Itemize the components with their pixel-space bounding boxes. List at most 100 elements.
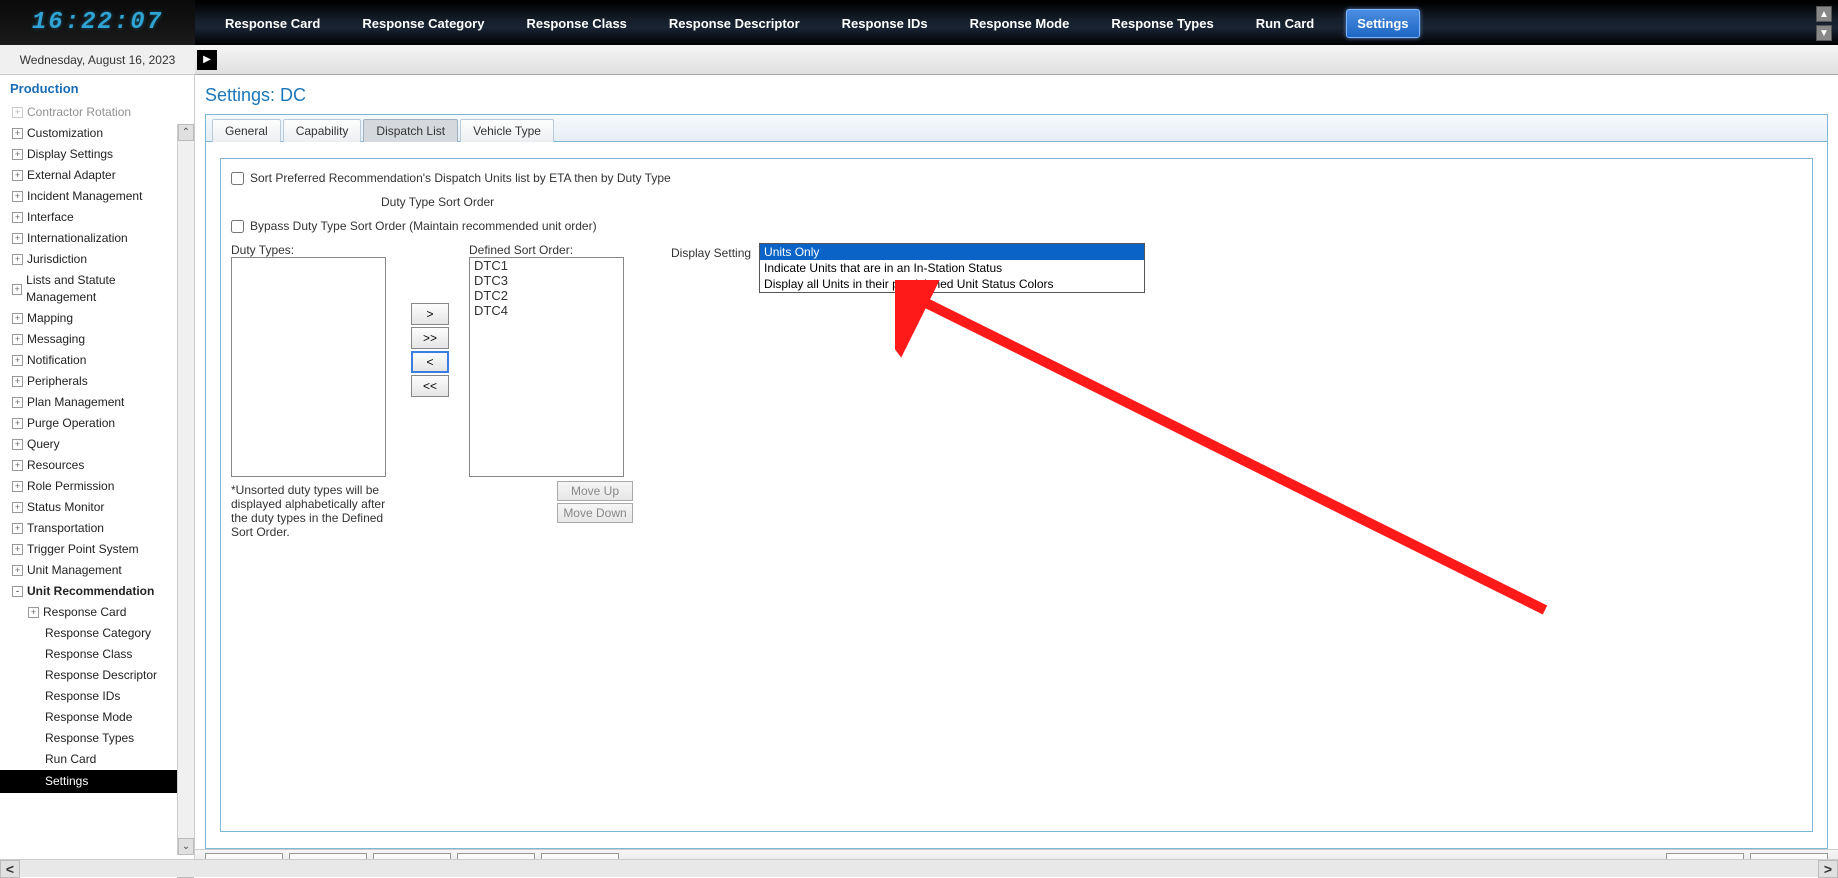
expand-icon[interactable]: + [12,334,23,345]
list-item[interactable]: DTC4 [470,303,623,318]
tab-capability[interactable]: Capability [283,119,362,142]
sort-by-eta-checkbox[interactable] [231,172,244,185]
dropdown-option[interactable]: Units Only [760,244,1144,260]
expand-icon[interactable]: + [12,376,23,387]
expand-icon[interactable]: + [12,523,23,534]
expand-icon[interactable]: + [12,128,23,139]
sidebar-item-response-ids[interactable]: Response IDs [0,686,178,707]
sidebar-title: Production [0,75,194,102]
nav-response-card[interactable]: Response Card [215,10,330,37]
scroll-up-icon[interactable]: ⌃ [178,124,194,141]
sidebar-item-display-settings[interactable]: +Display Settings [0,144,178,165]
scroll-down-icon[interactable]: ⌄ [178,838,194,855]
sidebar-item-trigger-point-system[interactable]: +Trigger Point System [0,539,178,560]
sidebar-item-incident-management[interactable]: +Incident Management [0,186,178,207]
dropdown-option[interactable]: Indicate Units that are in an In-Station… [760,260,1144,276]
sidebar-tree: +Contractor Rotation+Customization+Displ… [0,102,194,877]
tab-vehicle-type[interactable]: Vehicle Type [460,119,554,142]
expand-icon[interactable]: + [28,607,39,618]
expand-icon[interactable]: + [12,439,23,450]
nav-response-ids[interactable]: Response IDs [832,10,938,37]
sidebar-item-lists-and-statute-management[interactable]: +Lists and Statute Management [0,270,178,308]
expand-icon[interactable]: + [12,418,23,429]
sidebar-item-purge-operation[interactable]: +Purge Operation [0,413,178,434]
expand-icon[interactable]: + [12,565,23,576]
sidebar-item-response-category[interactable]: Response Category [0,623,178,644]
expand-icon[interactable]: + [12,284,22,295]
expand-icon[interactable]: + [12,460,23,471]
move-all-left-button[interactable]: << [411,375,449,397]
outer-scroll-left-icon[interactable]: < [0,860,20,878]
expand-icon[interactable]: + [12,481,23,492]
sidebar-item-plan-management[interactable]: +Plan Management [0,392,178,413]
sidebar-item-role-permission[interactable]: +Role Permission [0,476,178,497]
move-right-button[interactable]: > [411,303,449,325]
sidebar-item-unit-management[interactable]: +Unit Management [0,560,178,581]
sidebar-item-response-descriptor[interactable]: Response Descriptor [0,665,178,686]
nav-scroll-up-icon[interactable]: ▲ [1816,6,1832,22]
expand-icon[interactable]: + [12,191,23,202]
duty-types-listbox[interactable] [231,257,386,477]
sidebar-item-mapping[interactable]: +Mapping [0,308,178,329]
sidebar-item-customization[interactable]: +Customization [0,123,178,144]
sidebar-item-contractor-rotation[interactable]: +Contractor Rotation [0,102,178,123]
sidebar-item-response-mode[interactable]: Response Mode [0,707,178,728]
list-item[interactable]: DTC1 [470,258,623,273]
move-all-right-button[interactable]: >> [411,327,449,349]
list-item[interactable]: DTC3 [470,273,623,288]
sidebar-scroll-vertical[interactable]: ⌃ ⌄ [177,124,194,855]
expand-icon[interactable]: + [12,107,23,118]
nav-response-class[interactable]: Response Class [516,10,636,37]
dropdown-option[interactable]: Display all Units in their provisioned U… [760,276,1144,292]
collapse-icon[interactable]: - [12,586,23,597]
expand-icon[interactable]: + [12,502,23,513]
expand-subbar-icon[interactable]: ▶ [197,50,217,70]
sidebar-item-response-types[interactable]: Response Types [0,728,178,749]
expand-icon[interactable]: + [12,397,23,408]
sidebar-item-query[interactable]: +Query [0,434,178,455]
move-left-button[interactable]: < [411,351,449,373]
sidebar-item-response-card[interactable]: +Response Card [0,602,178,623]
sidebar-item-jurisdiction[interactable]: +Jurisdiction [0,249,178,270]
defined-order-listbox[interactable]: DTC1DTC3DTC2DTC4 [469,257,624,477]
sidebar-item-status-monitor[interactable]: +Status Monitor [0,497,178,518]
sidebar-item-label: Run Card [45,751,96,768]
sidebar-item-interface[interactable]: +Interface [0,207,178,228]
tab-dispatch-list[interactable]: Dispatch List [363,119,458,142]
sidebar-item-settings[interactable]: Settings [0,770,178,793]
nav-response-category[interactable]: Response Category [352,10,494,37]
sidebar-item-peripherals[interactable]: +Peripherals [0,371,178,392]
nav-scroll-down-icon[interactable]: ▼ [1816,25,1832,41]
outer-scroll-right-icon[interactable]: > [1818,860,1838,878]
expand-icon[interactable]: + [12,233,23,244]
nav-response-descriptor[interactable]: Response Descriptor [659,10,810,37]
sidebar-item-messaging[interactable]: +Messaging [0,329,178,350]
tab-general[interactable]: General [212,119,281,142]
sidebar-item-resources[interactable]: +Resources [0,455,178,476]
sidebar-item-notification[interactable]: +Notification [0,350,178,371]
expand-icon[interactable]: + [12,544,23,555]
nav-response-mode[interactable]: Response Mode [960,10,1080,37]
move-up-button[interactable]: Move Up [557,481,633,501]
nav-response-types[interactable]: Response Types [1101,10,1223,37]
sidebar-item-label: Response Types [45,730,134,747]
expand-icon[interactable]: + [12,355,23,366]
nav-run-card[interactable]: Run Card [1246,10,1325,37]
sidebar-item-external-adapter[interactable]: +External Adapter [0,165,178,186]
expand-icon[interactable]: + [12,212,23,223]
sidebar-item-response-class[interactable]: Response Class [0,644,178,665]
sidebar-item-run-card[interactable]: Run Card [0,749,178,770]
sidebar-item-unit-recommendation[interactable]: -Unit Recommendation [0,581,178,602]
expand-icon[interactable]: + [12,149,23,160]
nav-settings[interactable]: Settings [1346,9,1419,38]
expand-icon[interactable]: + [12,170,23,181]
move-down-button[interactable]: Move Down [557,503,633,523]
expand-icon[interactable]: + [12,313,23,324]
display-setting-dropdown[interactable]: Units OnlyIndicate Units that are in an … [759,243,1145,293]
list-item[interactable]: DTC2 [470,288,623,303]
sidebar-item-internationalization[interactable]: +Internationalization [0,228,178,249]
expand-icon[interactable]: + [12,254,23,265]
bypass-checkbox[interactable] [231,220,244,233]
sidebar-item-transportation[interactable]: +Transportation [0,518,178,539]
outer-hscroll[interactable]: < > [0,859,1838,877]
